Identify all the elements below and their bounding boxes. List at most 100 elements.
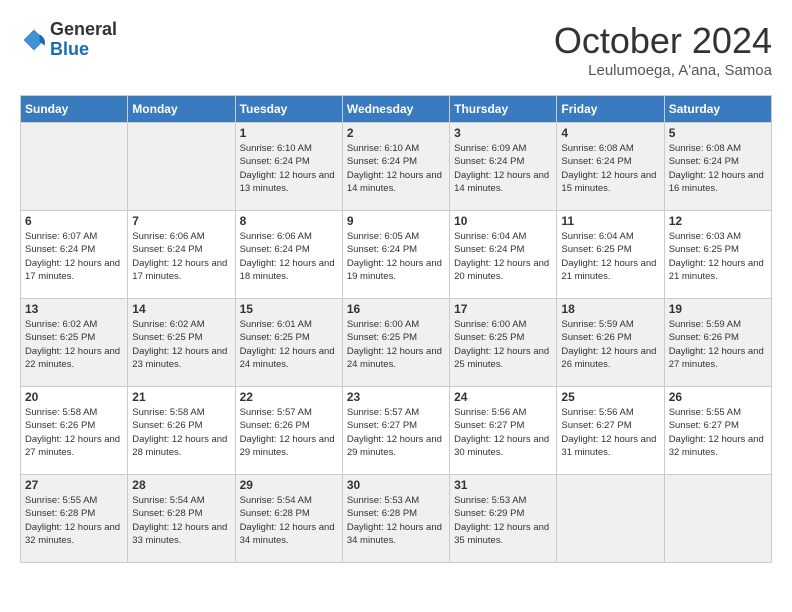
day-number: 14 bbox=[132, 302, 230, 316]
day-info: Sunrise: 5:58 AMSunset: 6:26 PMDaylight:… bbox=[132, 406, 230, 459]
day-info: Sunrise: 5:55 AMSunset: 6:27 PMDaylight:… bbox=[669, 406, 767, 459]
day-number: 8 bbox=[240, 214, 338, 228]
day-info: Sunrise: 5:58 AMSunset: 6:26 PMDaylight:… bbox=[25, 406, 123, 459]
day-info: Sunrise: 6:07 AMSunset: 6:24 PMDaylight:… bbox=[25, 230, 123, 283]
calendar-cell: 5 Sunrise: 6:08 AMSunset: 6:24 PMDaylight… bbox=[664, 123, 771, 211]
day-info: Sunrise: 5:56 AMSunset: 6:27 PMDaylight:… bbox=[561, 406, 659, 459]
day-info: Sunrise: 6:01 AMSunset: 6:25 PMDaylight:… bbox=[240, 318, 338, 371]
day-info: Sunrise: 5:53 AMSunset: 6:29 PMDaylight:… bbox=[454, 494, 552, 547]
calendar-cell: 21 Sunrise: 5:58 AMSunset: 6:26 PMDayligh… bbox=[128, 387, 235, 475]
day-number: 24 bbox=[454, 390, 552, 404]
day-number: 28 bbox=[132, 478, 230, 492]
day-info: Sunrise: 6:00 AMSunset: 6:25 PMDaylight:… bbox=[347, 318, 445, 371]
calendar-week-row: 20Sunrise: 5:58 AMSunset: 6:26 PMDayligh… bbox=[21, 387, 772, 475]
calendar-cell: 11 Sunrise: 6:04 AMSunset: 6:25 PMDayligh… bbox=[557, 211, 664, 299]
day-info: Sunrise: 5:56 AMSunset: 6:27 PMDaylight:… bbox=[454, 406, 552, 459]
calendar-cell: 2 Sunrise: 6:10 AMSunset: 6:24 PMDaylight… bbox=[342, 123, 449, 211]
day-number: 7 bbox=[132, 214, 230, 228]
weekday-header: Wednesday bbox=[342, 96, 449, 123]
day-number: 15 bbox=[240, 302, 338, 316]
calendar-cell: 25 Sunrise: 5:56 AMSunset: 6:27 PMDayligh… bbox=[557, 387, 664, 475]
location: Leulumoega, A'ana, Samoa bbox=[554, 62, 772, 79]
calendar-cell: 1Sunrise: 6:10 AMSunset: 6:24 PMDaylight… bbox=[235, 123, 342, 211]
calendar-cell: 12 Sunrise: 6:03 AMSunset: 6:25 PMDayligh… bbox=[664, 211, 771, 299]
title-area: October 2024 Leulumoega, A'ana, Samoa bbox=[554, 20, 772, 79]
calendar-week-row: 6 Sunrise: 6:07 AMSunset: 6:24 PMDaylight… bbox=[21, 211, 772, 299]
day-number: 2 bbox=[347, 126, 445, 140]
day-number: 11 bbox=[561, 214, 659, 228]
calendar-cell: 28 Sunrise: 5:54 AMSunset: 6:28 PMDayligh… bbox=[128, 475, 235, 563]
day-number: 12 bbox=[669, 214, 767, 228]
day-number: 10 bbox=[454, 214, 552, 228]
calendar-cell: 19 Sunrise: 5:59 AMSunset: 6:26 PMDayligh… bbox=[664, 299, 771, 387]
calendar-cell: 18Sunrise: 5:59 AMSunset: 6:26 PMDayligh… bbox=[557, 299, 664, 387]
calendar-cell: 29Sunrise: 5:54 AMSunset: 6:28 PMDayligh… bbox=[235, 475, 342, 563]
day-number: 21 bbox=[132, 390, 230, 404]
day-number: 23 bbox=[347, 390, 445, 404]
calendar-table: SundayMondayTuesdayWednesdayThursdayFrid… bbox=[20, 95, 772, 563]
day-number: 22 bbox=[240, 390, 338, 404]
weekday-header-row: SundayMondayTuesdayWednesdayThursdayFrid… bbox=[21, 96, 772, 123]
day-number: 9 bbox=[347, 214, 445, 228]
day-info: Sunrise: 6:06 AMSunset: 6:24 PMDaylight:… bbox=[240, 230, 338, 283]
calendar-cell: 20Sunrise: 5:58 AMSunset: 6:26 PMDayligh… bbox=[21, 387, 128, 475]
day-info: Sunrise: 6:04 AMSunset: 6:25 PMDaylight:… bbox=[561, 230, 659, 283]
weekday-header: Monday bbox=[128, 96, 235, 123]
calendar-cell: 17Sunrise: 6:00 AMSunset: 6:25 PMDayligh… bbox=[450, 299, 557, 387]
weekday-header: Tuesday bbox=[235, 96, 342, 123]
day-info: Sunrise: 6:09 AMSunset: 6:24 PMDaylight:… bbox=[454, 142, 552, 195]
day-number: 30 bbox=[347, 478, 445, 492]
day-info: Sunrise: 6:08 AMSunset: 6:24 PMDaylight:… bbox=[669, 142, 767, 195]
calendar-cell: 23 Sunrise: 5:57 AMSunset: 6:27 PMDayligh… bbox=[342, 387, 449, 475]
day-number: 19 bbox=[669, 302, 767, 316]
day-number: 31 bbox=[454, 478, 552, 492]
calendar-cell: 26 Sunrise: 5:55 AMSunset: 6:27 PMDayligh… bbox=[664, 387, 771, 475]
day-info: Sunrise: 5:57 AMSunset: 6:27 PMDaylight:… bbox=[347, 406, 445, 459]
day-number: 6 bbox=[25, 214, 123, 228]
calendar-cell: 24 Sunrise: 5:56 AMSunset: 6:27 PMDayligh… bbox=[450, 387, 557, 475]
calendar-cell bbox=[128, 123, 235, 211]
weekday-header: Friday bbox=[557, 96, 664, 123]
calendar-cell bbox=[21, 123, 128, 211]
calendar-cell bbox=[557, 475, 664, 563]
logo-text: General Blue bbox=[50, 20, 117, 60]
calendar-cell: 14Sunrise: 6:02 AMSunset: 6:25 PMDayligh… bbox=[128, 299, 235, 387]
day-info: Sunrise: 6:10 AMSunset: 6:24 PMDaylight:… bbox=[240, 142, 338, 195]
calendar-cell bbox=[664, 475, 771, 563]
day-info: Sunrise: 5:59 AMSunset: 6:26 PMDaylight:… bbox=[561, 318, 659, 371]
day-info: Sunrise: 6:03 AMSunset: 6:25 PMDaylight:… bbox=[669, 230, 767, 283]
day-info: Sunrise: 6:04 AMSunset: 6:24 PMDaylight:… bbox=[454, 230, 552, 283]
day-info: Sunrise: 6:08 AMSunset: 6:24 PMDaylight:… bbox=[561, 142, 659, 195]
calendar-cell: 10 Sunrise: 6:04 AMSunset: 6:24 PMDayligh… bbox=[450, 211, 557, 299]
logo-icon bbox=[20, 26, 48, 54]
day-number: 26 bbox=[669, 390, 767, 404]
day-number: 5 bbox=[669, 126, 767, 140]
calendar-week-row: 1Sunrise: 6:10 AMSunset: 6:24 PMDaylight… bbox=[21, 123, 772, 211]
calendar-cell: 3Sunrise: 6:09 AMSunset: 6:24 PMDaylight… bbox=[450, 123, 557, 211]
day-info: Sunrise: 6:00 AMSunset: 6:25 PMDaylight:… bbox=[454, 318, 552, 371]
day-number: 25 bbox=[561, 390, 659, 404]
calendar-cell: 13Sunrise: 6:02 AMSunset: 6:25 PMDayligh… bbox=[21, 299, 128, 387]
day-number: 16 bbox=[347, 302, 445, 316]
calendar-week-row: 27Sunrise: 5:55 AMSunset: 6:28 PMDayligh… bbox=[21, 475, 772, 563]
weekday-header: Saturday bbox=[664, 96, 771, 123]
day-info: Sunrise: 5:54 AMSunset: 6:28 PMDaylight:… bbox=[240, 494, 338, 547]
calendar-week-row: 13Sunrise: 6:02 AMSunset: 6:25 PMDayligh… bbox=[21, 299, 772, 387]
day-number: 27 bbox=[25, 478, 123, 492]
weekday-header: Thursday bbox=[450, 96, 557, 123]
month-title: October 2024 bbox=[554, 20, 772, 62]
calendar-cell: 16 Sunrise: 6:00 AMSunset: 6:25 PMDayligh… bbox=[342, 299, 449, 387]
day-info: Sunrise: 5:57 AMSunset: 6:26 PMDaylight:… bbox=[240, 406, 338, 459]
day-number: 13 bbox=[25, 302, 123, 316]
day-info: Sunrise: 6:10 AMSunset: 6:24 PMDaylight:… bbox=[347, 142, 445, 195]
calendar-cell: 27Sunrise: 5:55 AMSunset: 6:28 PMDayligh… bbox=[21, 475, 128, 563]
logo-general: General bbox=[50, 20, 117, 40]
calendar-cell: 6 Sunrise: 6:07 AMSunset: 6:24 PMDaylight… bbox=[21, 211, 128, 299]
day-info: Sunrise: 6:06 AMSunset: 6:24 PMDaylight:… bbox=[132, 230, 230, 283]
calendar-cell: 4Sunrise: 6:08 AMSunset: 6:24 PMDaylight… bbox=[557, 123, 664, 211]
day-info: Sunrise: 5:59 AMSunset: 6:26 PMDaylight:… bbox=[669, 318, 767, 371]
logo: General Blue bbox=[20, 20, 117, 60]
day-info: Sunrise: 5:53 AMSunset: 6:28 PMDaylight:… bbox=[347, 494, 445, 547]
calendar-cell: 15 Sunrise: 6:01 AMSunset: 6:25 PMDayligh… bbox=[235, 299, 342, 387]
day-info: Sunrise: 5:54 AMSunset: 6:28 PMDaylight:… bbox=[132, 494, 230, 547]
